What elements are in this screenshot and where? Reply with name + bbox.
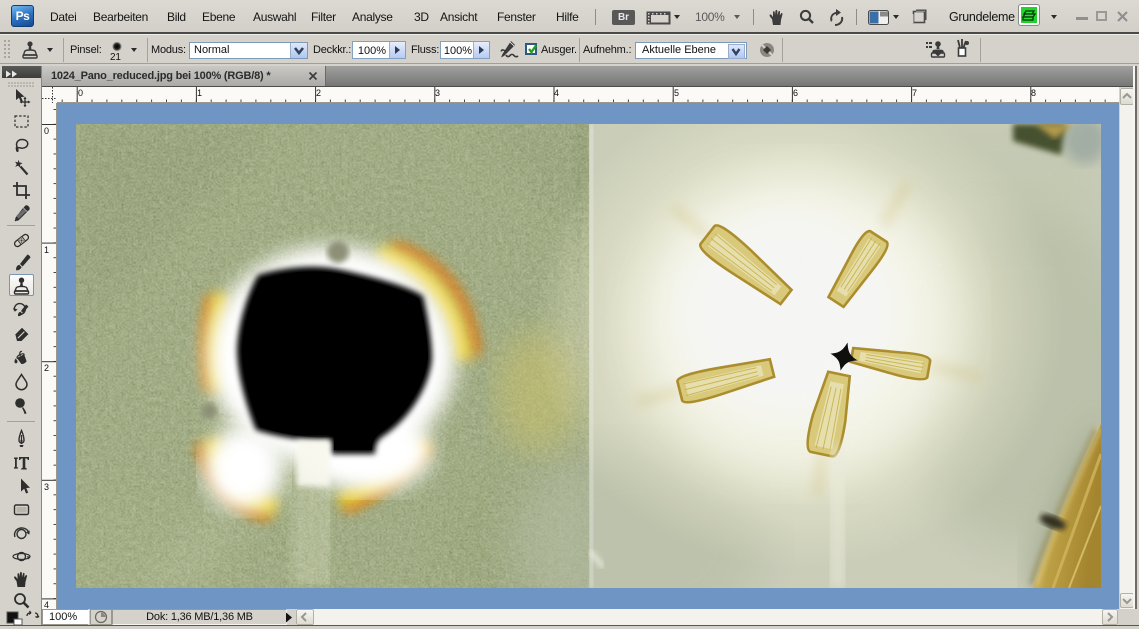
svg-text:1: 1 [44,245,49,255]
svg-text:4: 4 [44,600,49,609]
svg-text:6: 6 [793,88,798,98]
svg-text:3: 3 [44,482,49,492]
svg-text:2: 2 [316,88,321,98]
svg-text:3: 3 [435,88,440,98]
svg-text:5: 5 [674,88,679,98]
svg-text:8: 8 [1031,88,1036,98]
svg-text:0: 0 [44,126,49,136]
svg-text:0: 0 [78,88,83,98]
svg-text:2: 2 [44,363,49,373]
svg-text:4: 4 [554,88,559,98]
svg-text:1: 1 [197,88,202,98]
svg-text:7: 7 [912,88,917,98]
